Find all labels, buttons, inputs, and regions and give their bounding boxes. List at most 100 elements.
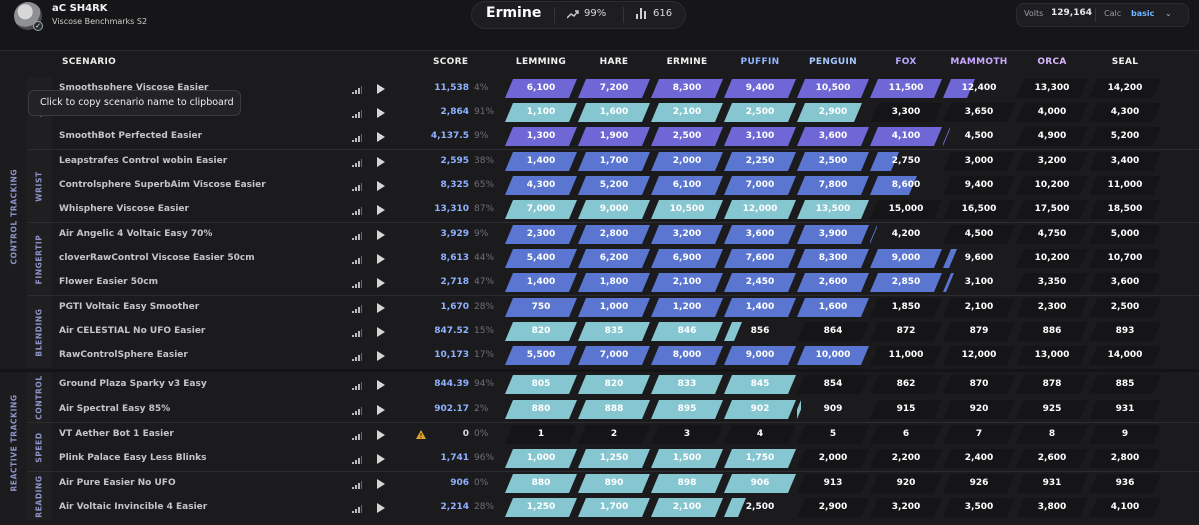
threshold-value: 3,600: [1110, 277, 1140, 287]
signal-bars-icon[interactable]: [352, 407, 362, 415]
play-icon[interactable]: [377, 157, 385, 167]
play-icon[interactable]: [377, 254, 385, 264]
signal-bars-icon[interactable]: [352, 232, 362, 240]
threshold-value: 9,000: [891, 253, 921, 263]
rank-progress-percent: 28%: [474, 502, 495, 512]
scenario-name[interactable]: Ground Plaza Sparky v3 Easy: [59, 379, 207, 389]
play-icon[interactable]: [377, 380, 385, 390]
scenario-name[interactable]: Air Spectral Easy 85%: [59, 404, 170, 414]
rank-threshold-cell: 3,300: [870, 103, 942, 122]
rank-threshold-cell: 7,200: [578, 79, 650, 98]
rank-threshold-cell: 10,500: [651, 200, 723, 219]
rank-threshold-cell: 2,100: [651, 103, 723, 122]
threshold-value: 4,100: [891, 131, 921, 141]
signal-bars-icon[interactable]: [352, 183, 362, 191]
score-value: 13,310: [434, 204, 469, 214]
rank-threshold-cell: 2,900: [797, 103, 869, 122]
signal-bars-icon[interactable]: [352, 382, 362, 390]
score-value: 8,613: [440, 253, 469, 263]
play-icon[interactable]: [377, 278, 385, 288]
rank-threshold-cell: 1,400: [505, 152, 577, 171]
rank-threshold-cell: 4,100: [1089, 498, 1161, 517]
scenario-name[interactable]: Air Voltaic Invincible 4 Easier: [59, 502, 207, 512]
rank-threshold-cell: 2,750: [870, 152, 942, 171]
play-icon[interactable]: [377, 479, 385, 489]
signal-bars-icon[interactable]: [352, 207, 362, 215]
play-icon[interactable]: [377, 230, 385, 240]
signal-bars-icon[interactable]: [352, 505, 362, 513]
signal-bars-icon[interactable]: [352, 432, 362, 440]
play-icon[interactable]: [377, 181, 385, 191]
scenario-name[interactable]: Air Pure Easier No UFO: [59, 478, 176, 488]
score-value: 2,595: [440, 156, 469, 166]
play-icon[interactable]: [377, 430, 385, 440]
threshold-value: 12,000: [742, 204, 778, 214]
signal-bars-icon[interactable]: [352, 86, 362, 94]
threshold-value: 6,200: [599, 253, 629, 263]
rank-fill-bar: [943, 249, 957, 268]
scenario-name[interactable]: VT Aether Bot 1 Easier: [59, 429, 174, 439]
threshold-value: 906: [750, 478, 770, 488]
play-icon[interactable]: [377, 132, 385, 142]
threshold-value: 845: [750, 379, 770, 389]
scenario-name[interactable]: SmoothBot Perfected Easier: [59, 131, 202, 141]
threshold-value: 833: [677, 379, 697, 389]
rank-threshold-cell: 9,400: [724, 79, 796, 98]
rank-threshold-cell: 6,100: [505, 79, 577, 98]
score-value: 0: [462, 429, 469, 439]
bar-chart-icon: [636, 8, 646, 19]
scenario-name[interactable]: Air CELESTIAL No UFO Easier: [59, 326, 205, 336]
signal-bars-icon[interactable]: [352, 256, 362, 264]
threshold-value: 1: [537, 429, 545, 439]
scenario-name[interactable]: Plink Palace Easy Less Blinks: [59, 453, 207, 463]
rank-threshold-cell: 835: [578, 322, 650, 341]
chevron-down-icon[interactable]: ⌄: [1165, 9, 1172, 18]
rank-threshold-cell: 9,000: [578, 200, 650, 219]
signal-bars-icon[interactable]: [352, 353, 362, 361]
column-header-rank: SEAL: [1111, 57, 1139, 67]
play-icon[interactable]: [377, 351, 385, 361]
rank-threshold-cell: 856: [724, 322, 796, 341]
category-label: CONTROL TRACKING: [9, 168, 19, 265]
threshold-value: 12,400: [961, 83, 997, 93]
signal-bars-icon[interactable]: [352, 110, 362, 118]
play-icon[interactable]: [377, 205, 385, 215]
threshold-value: 4: [756, 429, 764, 439]
play-icon[interactable]: [377, 108, 385, 118]
threshold-value: 936: [1115, 478, 1135, 488]
scenario-name[interactable]: RawControlSphere Easier: [59, 350, 188, 360]
scenario-name[interactable]: cloverRawControl Viscose Easier 50cm: [59, 253, 255, 263]
signal-bars-icon[interactable]: [352, 329, 362, 337]
signal-bars-icon[interactable]: [352, 134, 362, 142]
signal-bars-icon[interactable]: [352, 481, 362, 489]
rank-threshold-cell: 880: [505, 400, 577, 419]
rank-threshold-cell: 2,100: [651, 273, 723, 292]
scenario-name[interactable]: Controlsphere SuperbAim Viscose Easier: [59, 180, 266, 190]
play-icon[interactable]: [377, 303, 385, 313]
play-icon[interactable]: [377, 405, 385, 415]
threshold-value: 870: [969, 379, 989, 389]
rank-threshold-cell: 2,300: [505, 225, 577, 244]
signal-bars-icon[interactable]: [352, 305, 362, 313]
play-icon[interactable]: [377, 503, 385, 513]
play-icon[interactable]: [377, 327, 385, 337]
threshold-value: 3,200: [891, 502, 921, 512]
threshold-value: 898: [677, 478, 697, 488]
threshold-value: 7,800: [818, 180, 848, 190]
rank-threshold-cell: 820: [578, 375, 650, 394]
scenario-name[interactable]: Leapstrafes Control wobin Easier: [59, 156, 227, 166]
rank-threshold-cell: 3,000: [943, 152, 1015, 171]
rank-threshold-cell: 845: [724, 375, 796, 394]
calc-select[interactable]: basic: [1131, 9, 1154, 18]
scenario-name[interactable]: Air Angelic 4 Voltaic Easy 70%: [59, 229, 212, 239]
signal-bars-icon[interactable]: [352, 159, 362, 167]
scenario-name[interactable]: Whisphere Viscose Easier: [59, 204, 189, 214]
threshold-value: 1,500: [672, 453, 702, 463]
play-icon[interactable]: [377, 454, 385, 464]
scenario-name[interactable]: PGTI Voltaic Easy Smoother: [59, 302, 199, 312]
scenario-row: Air Angelic 4 Voltaic Easy 70% 3,929 9% 2,3…: [53, 223, 1199, 247]
signal-bars-icon[interactable]: [352, 456, 362, 464]
scenario-name[interactable]: Flower Easier 50cm: [59, 277, 158, 287]
play-icon[interactable]: [377, 84, 385, 94]
signal-bars-icon[interactable]: [352, 280, 362, 288]
